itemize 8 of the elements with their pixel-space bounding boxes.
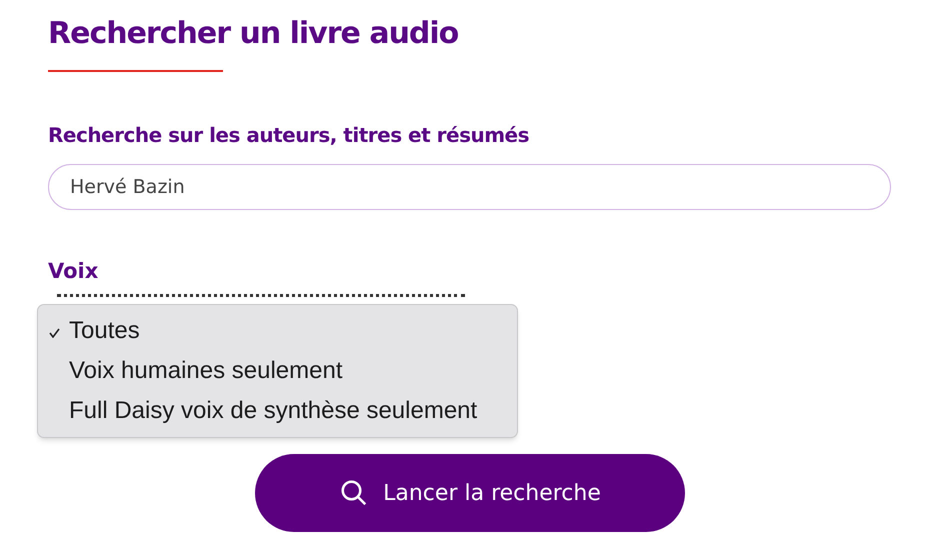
dropdown-option[interactable]: Toutes (38, 311, 517, 351)
voice-label: Voix (48, 258, 98, 285)
page-title: Rechercher un livre audio (48, 15, 458, 53)
dropdown-option[interactable]: Voix humaines seulement (38, 351, 517, 391)
search-button[interactable]: Lancer la recherche (255, 454, 685, 532)
dropdown-option[interactable]: Full Daisy voix de synthèse seulement (38, 391, 517, 431)
search-label: Recherche sur les auteurs, titres et résumés (48, 122, 530, 149)
search-field[interactable]: Hervé Bazin (48, 164, 891, 210)
